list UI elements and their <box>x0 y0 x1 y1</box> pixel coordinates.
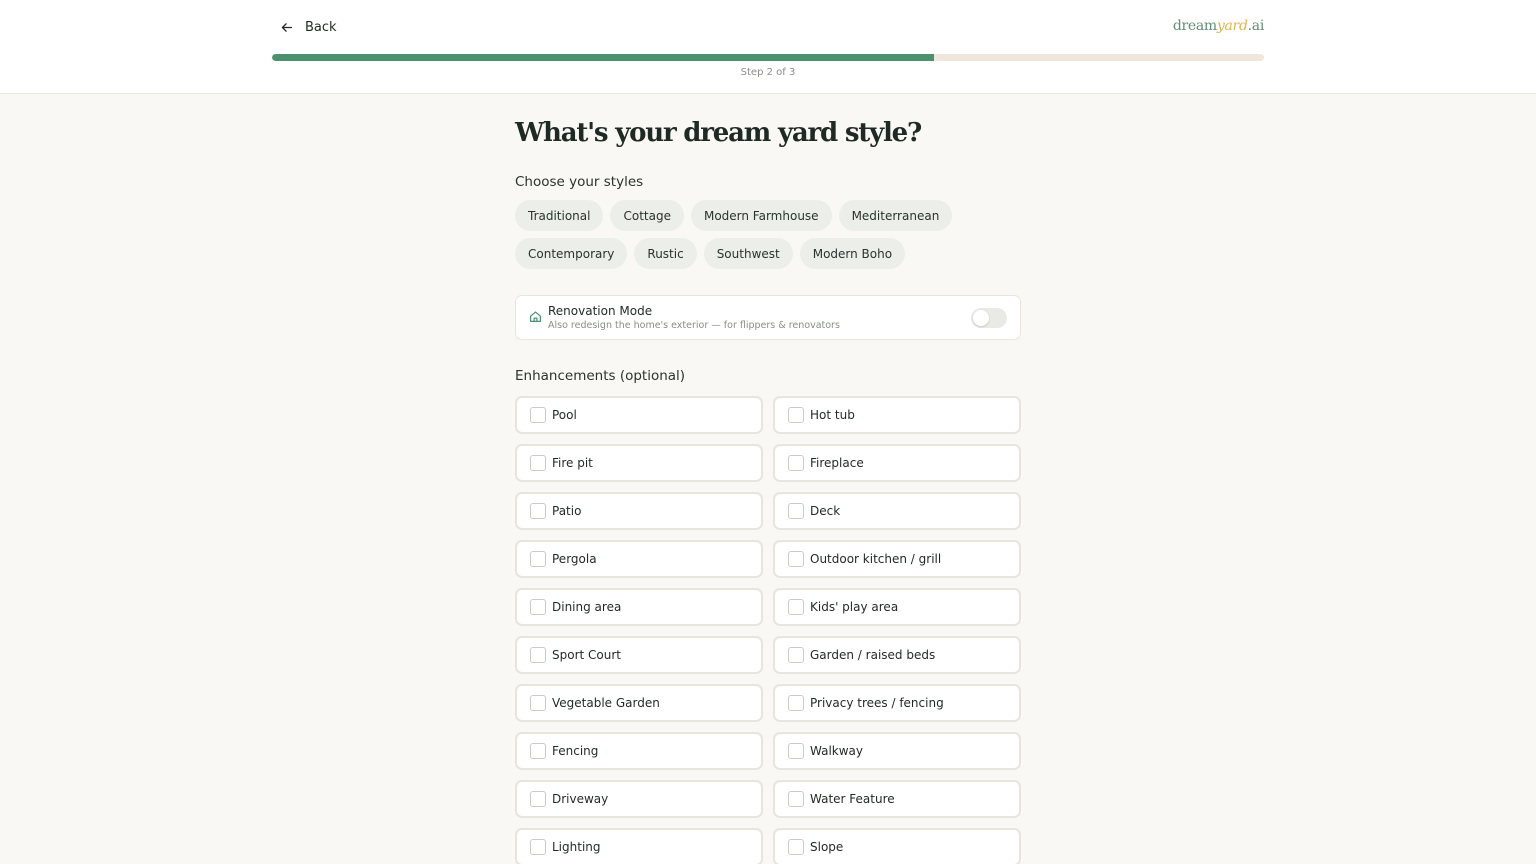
checkbox[interactable] <box>788 455 804 471</box>
main-content: What's your dream yard style? Choose you… <box>515 110 1021 864</box>
enhancement-option-deck[interactable]: Deck <box>773 492 1021 530</box>
enhancement-option-dining-area[interactable]: Dining area <box>515 588 763 626</box>
enhancement-option-fireplace[interactable]: Fireplace <box>773 444 1021 482</box>
enhancements-grid: Pool Hot tub Fire pit Fireplace Patio Deck Per… <box>515 396 1021 864</box>
step-indicator: Step 2 of 3 <box>740 67 796 78</box>
enhancement-label: Privacy trees / fencing <box>810 696 944 710</box>
style-chip-southwest[interactable]: Southwest <box>703 238 793 269</box>
checkbox[interactable] <box>530 743 546 759</box>
style-chip-contemporary[interactable]: Contemporary <box>515 238 628 269</box>
styles-section-label: Choose your styles <box>515 174 644 190</box>
enhancement-label: Kids' play area <box>810 600 899 614</box>
enhancement-label: Pergola <box>552 552 597 566</box>
checkbox[interactable] <box>530 503 546 519</box>
enhancement-option-outdoor-kitchen-grill[interactable]: Outdoor kitchen / grill <box>773 540 1021 578</box>
renovation-mode-card: Renovation Mode Also redesign the home's… <box>515 295 1021 340</box>
toggle-knob <box>973 310 989 326</box>
style-chips: Traditional Cottage Modern Farmhouse Medite… <box>515 200 975 269</box>
page-title: What's your dream yard style? <box>515 118 922 148</box>
checkbox[interactable] <box>530 551 546 567</box>
checkbox[interactable] <box>530 839 546 855</box>
checkbox[interactable] <box>530 695 546 711</box>
enhancement-option-patio[interactable]: Patio <box>515 492 763 530</box>
enhancement-option-pool[interactable]: Pool <box>515 396 763 434</box>
enhancement-label: Pool <box>552 408 577 422</box>
checkbox[interactable] <box>788 551 804 567</box>
enhancements-section-label: Enhancements (optional) <box>515 368 686 384</box>
renovation-mode-title: Renovation Mode <box>548 304 653 318</box>
enhancement-label: Driveway <box>552 792 609 806</box>
checkbox[interactable] <box>788 647 804 663</box>
checkbox[interactable] <box>788 743 804 759</box>
enhancement-label: Fencing <box>552 744 599 758</box>
checkbox[interactable] <box>530 455 546 471</box>
enhancement-option-slope[interactable]: Slope <box>773 828 1021 864</box>
enhancement-option-fencing[interactable]: Fencing <box>515 732 763 770</box>
enhancement-option-walkway[interactable]: Walkway <box>773 732 1021 770</box>
enhancement-label: Patio <box>552 504 582 518</box>
enhancement-label: Fire pit <box>552 456 593 470</box>
arrow-left-icon <box>281 22 293 32</box>
enhancement-label: Walkway <box>810 744 864 758</box>
enhancement-label: Dining area <box>552 600 622 614</box>
style-chip-mediterranean[interactable]: Mediterranean <box>838 200 953 231</box>
enhancement-option-lighting[interactable]: Lighting <box>515 828 763 864</box>
enhancement-option-vegetable-garden[interactable]: Vegetable Garden <box>515 684 763 722</box>
enhancement-label: Deck <box>810 504 841 518</box>
renovation-mode-toggle[interactable] <box>971 308 1007 328</box>
enhancement-option-pergola[interactable]: Pergola <box>515 540 763 578</box>
enhancement-label: Water Feature <box>810 792 895 806</box>
checkbox[interactable] <box>788 695 804 711</box>
back-label: Back <box>305 19 337 35</box>
enhancement-label: Vegetable Garden <box>552 696 660 710</box>
checkbox[interactable] <box>530 407 546 423</box>
back-button[interactable]: Back <box>280 17 337 37</box>
enhancement-label: Slope <box>810 840 844 854</box>
checkbox[interactable] <box>530 647 546 663</box>
enhancement-option-fire-pit[interactable]: Fire pit <box>515 444 763 482</box>
checkbox[interactable] <box>788 407 804 423</box>
checkbox[interactable] <box>788 791 804 807</box>
enhancement-option-kids-play-area[interactable]: Kids' play area <box>773 588 1021 626</box>
enhancement-label: Hot tub <box>810 408 855 422</box>
enhancement-option-hot-tub[interactable]: Hot tub <box>773 396 1021 434</box>
checkbox[interactable] <box>530 599 546 615</box>
enhancement-label: Lighting <box>552 840 601 854</box>
progress-bar <box>272 54 1264 61</box>
checkbox[interactable] <box>788 599 804 615</box>
enhancement-option-garden-raised-beds[interactable]: Garden / raised beds <box>773 636 1021 674</box>
progress-fill <box>272 54 934 61</box>
top-bar: Back dreamyard.ai Step 2 of 3 <box>0 0 1536 94</box>
style-chip-rustic[interactable]: Rustic <box>634 238 697 269</box>
enhancement-option-privacy-trees-fencing[interactable]: Privacy trees / fencing <box>773 684 1021 722</box>
enhancement-option-sport-court[interactable]: Sport Court <box>515 636 763 674</box>
enhancement-label: Fireplace <box>810 456 864 470</box>
enhancement-label: Outdoor kitchen / grill <box>810 552 942 566</box>
checkbox[interactable] <box>530 791 546 807</box>
enhancement-option-water-feature[interactable]: Water Feature <box>773 780 1021 818</box>
style-chip-cottage[interactable]: Cottage <box>610 200 684 231</box>
style-chip-modern-boho[interactable]: Modern Boho <box>799 238 906 269</box>
logo[interactable]: dreamyard.ai <box>1173 18 1264 34</box>
checkbox[interactable] <box>788 839 804 855</box>
renovation-mode-description: Also redesign the home's exterior — for … <box>548 320 840 331</box>
enhancement-label: Sport Court <box>552 648 621 662</box>
enhancement-label: Garden / raised beds <box>810 648 936 662</box>
enhancement-option-driveway[interactable]: Driveway <box>515 780 763 818</box>
home-icon <box>530 311 541 322</box>
checkbox[interactable] <box>788 503 804 519</box>
style-chip-modern-farmhouse[interactable]: Modern Farmhouse <box>690 200 832 231</box>
style-chip-traditional[interactable]: Traditional <box>515 200 604 231</box>
